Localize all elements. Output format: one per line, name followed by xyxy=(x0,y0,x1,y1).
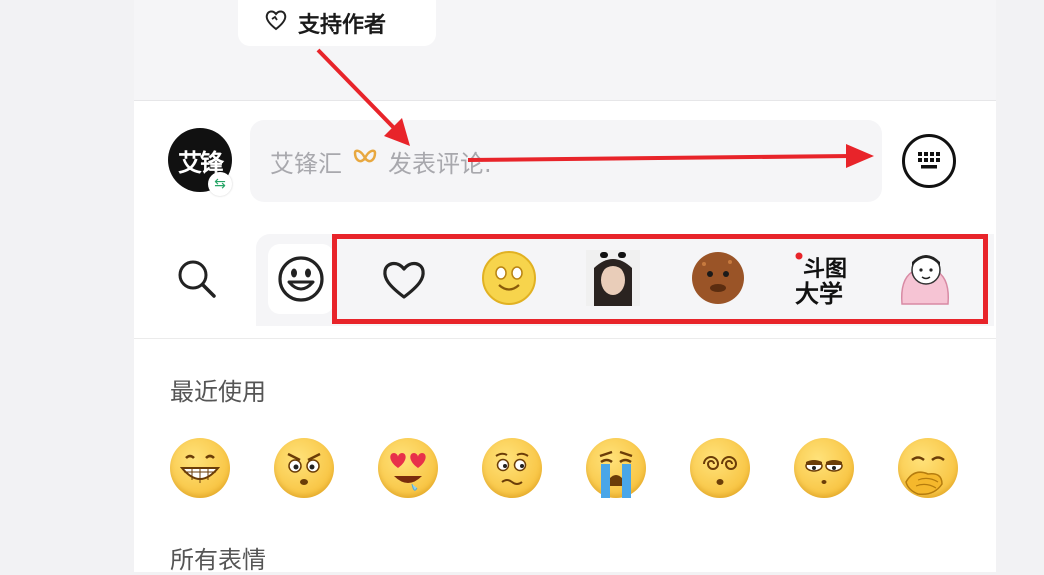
tab-favorites[interactable] xyxy=(372,248,436,312)
heart-outline-icon xyxy=(383,261,425,299)
svg-text:斗图: 斗图 xyxy=(803,257,847,282)
angry-eyes-emoji[interactable] xyxy=(274,438,334,498)
cartoon-girl-sticker-icon xyxy=(900,255,950,305)
heart-icon xyxy=(264,9,288,37)
placeholder-text: 发表评论. xyxy=(388,149,492,178)
search-icon xyxy=(178,260,216,298)
dizzy-emoji[interactable] xyxy=(690,438,750,498)
worried-emoji[interactable] xyxy=(482,438,542,498)
divider xyxy=(134,338,996,339)
tab-smiley-sticker[interactable] xyxy=(481,250,537,306)
tab-emoji[interactable] xyxy=(268,244,334,314)
crying-emoji[interactable] xyxy=(586,438,646,498)
placeholder-user: 艾锋汇 xyxy=(270,149,342,178)
grinning-teeth-emoji[interactable] xyxy=(170,438,230,498)
unamused-emoji[interactable] xyxy=(794,438,854,498)
switch-account-icon[interactable]: ⇆ xyxy=(208,172,232,196)
tab-text-sticker[interactable]: 斗图 大学 xyxy=(793,250,853,308)
tab-brown-face-sticker[interactable] xyxy=(690,250,746,306)
all-emojis-section-title: 所有表情 xyxy=(170,546,266,574)
hand-over-mouth-emoji[interactable] xyxy=(898,438,958,498)
emoji-smile-icon xyxy=(278,256,324,302)
bow-icon xyxy=(352,147,378,175)
smiley-sticker-icon xyxy=(482,251,536,305)
keyboard-icon xyxy=(918,152,940,169)
text-sticker-icon: 斗图 大学 xyxy=(795,252,847,308)
brown-face-sticker-icon xyxy=(692,252,744,304)
divider xyxy=(134,100,996,101)
tab-cartoon-girl-sticker[interactable] xyxy=(896,250,952,306)
heart-eyes-drool-emoji[interactable] xyxy=(378,438,438,498)
girl-photo-sticker-icon xyxy=(586,250,640,306)
recent-section-title: 最近使用 xyxy=(170,378,266,406)
support-author-label: 支持作者 xyxy=(298,13,387,38)
keyboard-toggle-button[interactable] xyxy=(902,134,956,188)
emoji-search-button[interactable] xyxy=(172,254,222,304)
tab-girl-sticker[interactable] xyxy=(586,250,640,306)
svg-text:大学: 大学 xyxy=(795,280,843,306)
comment-input[interactable]: 艾锋汇 发表评论. xyxy=(250,120,882,202)
support-author-button[interactable]: 支持作者 xyxy=(238,0,436,46)
